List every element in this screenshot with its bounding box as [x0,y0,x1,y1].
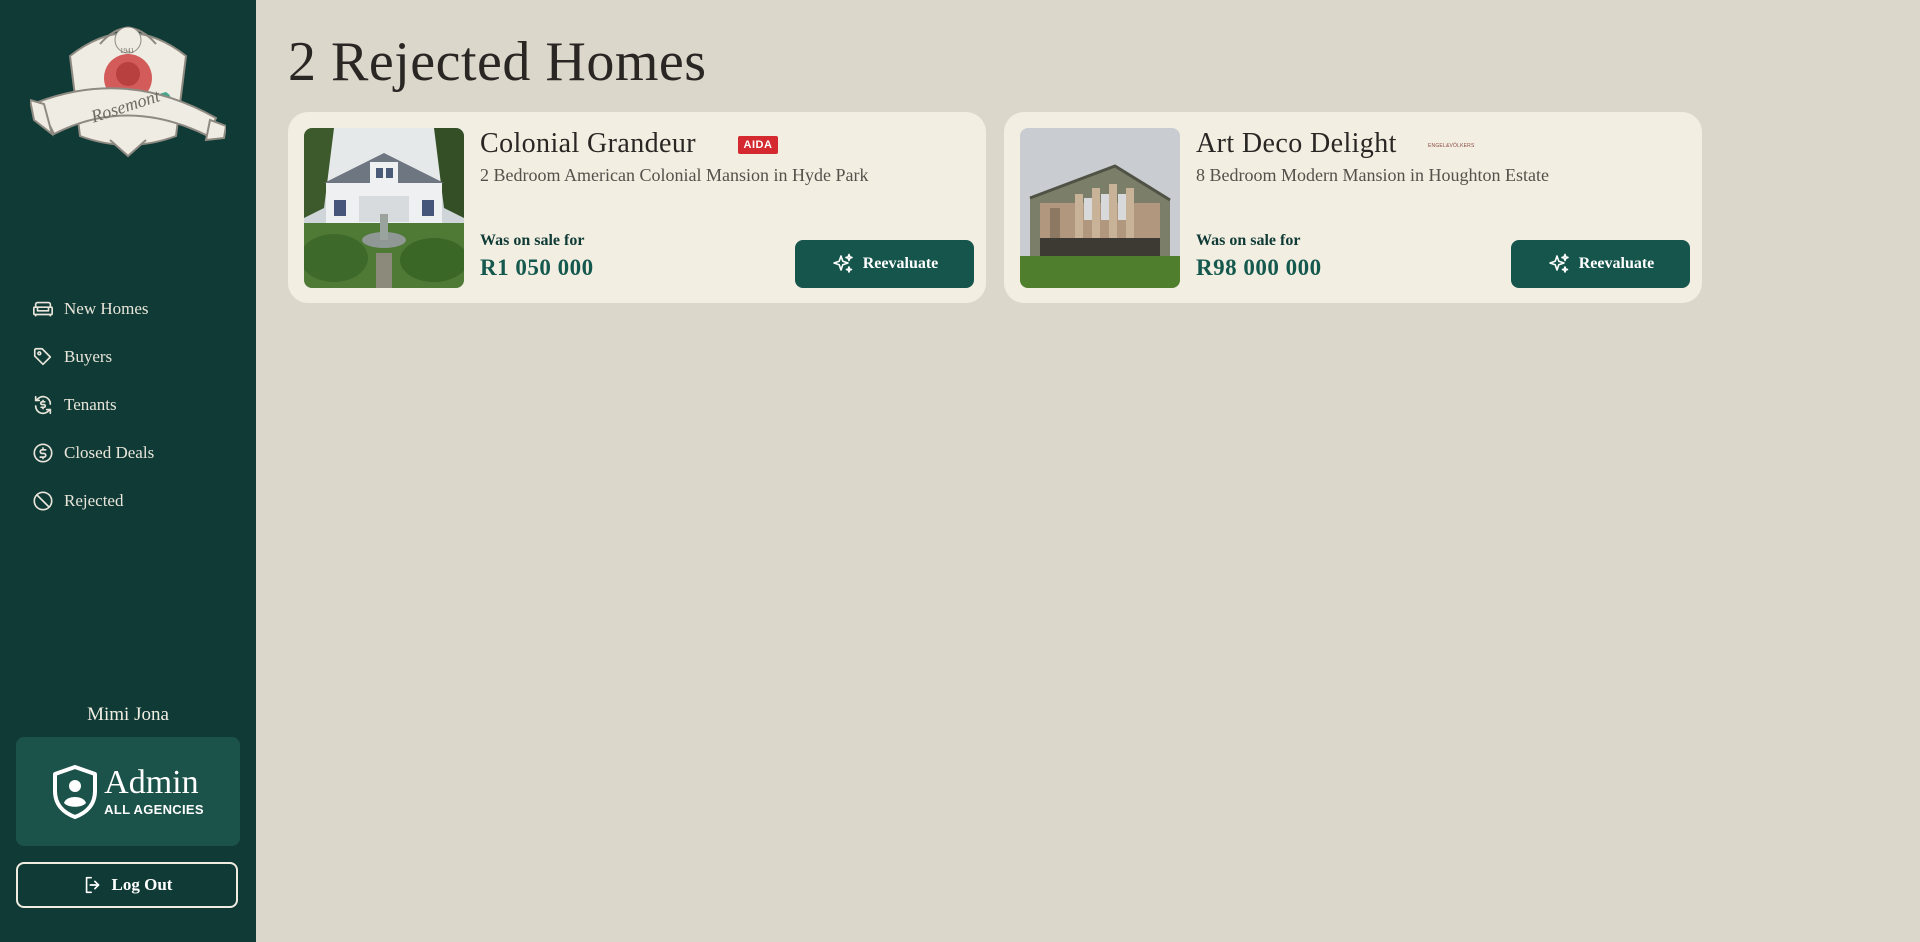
home-subtitle: 2 Bedroom American Colonial Mansion in H… [480,165,869,185]
sidebar-item-label: Closed Deals [64,443,155,462]
sparkles-icon [832,253,853,273]
logout-label: Log Out [111,875,173,894]
agency-logo: AIDA [738,136,778,154]
home-photo[interactable] [304,128,464,288]
reevaluate-label: Reevaluate [862,255,939,272]
sidebar-item-buyers[interactable]: Buyers [0,333,256,381]
home-subtitle: 8 Bedroom Modern Mansion in Houghton Est… [1196,165,1549,185]
agency-name: AIDA [743,139,773,151]
user-name: Mimi Jona [87,704,169,725]
refresh-dollar-icon [34,395,52,415]
sidebar-item-label: Buyers [64,347,113,366]
shield-user-icon [53,764,98,819]
sidebar-item-label: Tenants [64,395,117,414]
sidebar-item-label: Rejected [64,491,124,510]
agency-logo: ENGEL&VÖLKERS [1428,142,1474,150]
agency-name: ENGEL&VÖLKERS [1428,143,1475,149]
home-card: Art Deco Delight ENGEL&VÖLKERS 8 Bedroom… [1004,112,1702,303]
ban-icon [33,491,53,511]
role-subtitle: ALL AGENCIES [104,802,204,817]
sidebar-item-closed-deals[interactable]: Closed Deals [0,429,256,477]
was-on-sale-label: Was on sale for [1196,232,1301,249]
sidebar-item-new-homes[interactable]: New Homes [0,285,256,333]
colonial-house-image [304,128,464,288]
reevaluate-button[interactable]: Reevaluate [1511,240,1690,288]
reevaluate-button[interactable]: Reevaluate [795,240,974,288]
sidebar: Rosemont 1941 New Homes Buyers Tenants C… [0,0,256,942]
modern-house-image [1020,128,1180,288]
home-price: R98 000 000 [1196,255,1322,280]
logout-button[interactable]: Log Out [16,862,238,908]
home-photo[interactable] [1020,128,1180,288]
home-card: Colonial Grandeur AIDA 2 Bedroom America… [288,112,986,303]
sidebar-item-label: New Homes [64,299,149,318]
role-card: Admin ALL AGENCIES [16,737,240,846]
reevaluate-label: Reevaluate [1578,255,1655,272]
logo-year: 1941 [120,47,134,55]
sparkles-icon [1548,253,1569,273]
page-title: 2 Rejected Homes [288,31,707,93]
rosemont-logo[interactable] [30,16,226,158]
logout-icon [85,876,99,894]
was-on-sale-label: Was on sale for [480,232,585,249]
dollar-circle-icon [33,443,53,463]
home-title: Colonial Grandeur [480,128,696,159]
home-price: R1 050 000 [480,255,594,280]
tag-icon [33,347,52,366]
sidebar-item-tenants[interactable]: Tenants [0,381,256,429]
sidebar-nav: New Homes Buyers Tenants Closed Deals Re… [0,285,256,525]
role-title: Admin [104,764,199,801]
sofa-icon [33,301,53,317]
sidebar-item-rejected[interactable]: Rejected [0,477,256,525]
home-title: Art Deco Delight [1196,128,1397,159]
